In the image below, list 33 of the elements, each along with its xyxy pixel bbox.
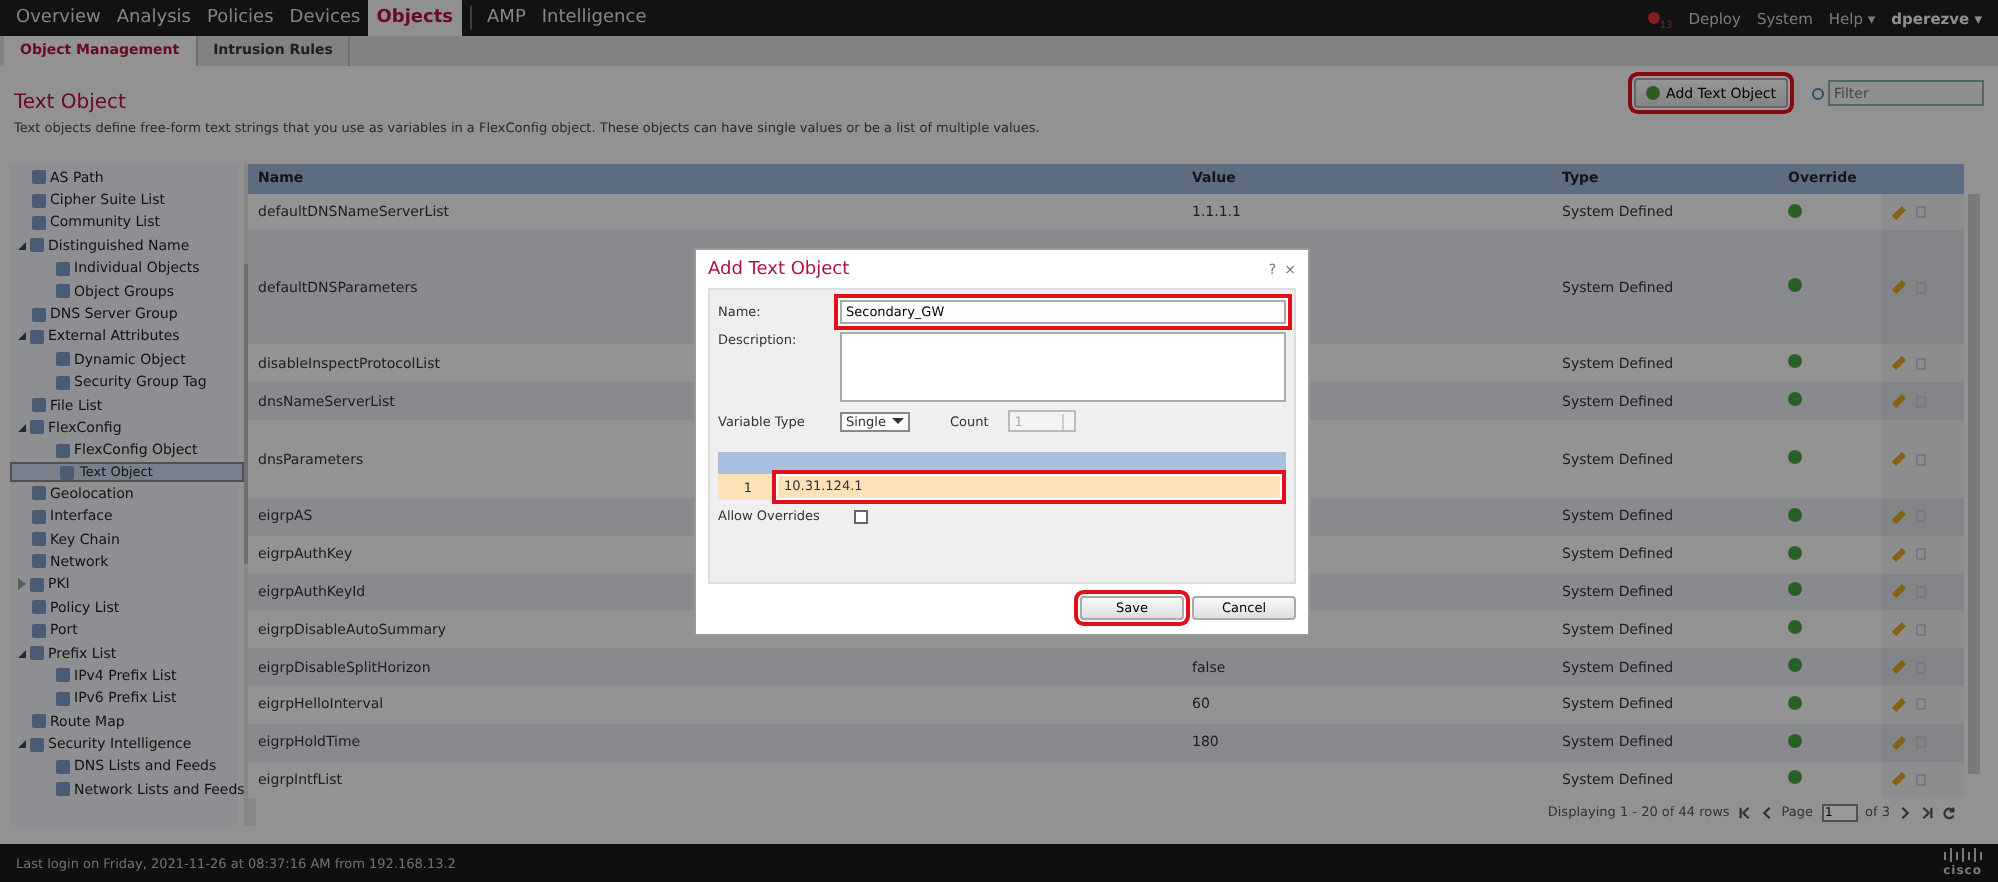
edit-icon[interactable] xyxy=(1891,547,1907,562)
edit-icon[interactable] xyxy=(1891,451,1907,467)
caret-icon xyxy=(891,418,904,424)
edit-icon[interactable] xyxy=(1891,356,1907,371)
edit-icon[interactable] xyxy=(1891,622,1907,637)
alert-icon[interactable] xyxy=(1647,11,1660,25)
edit-icon[interactable] xyxy=(1891,584,1907,600)
edit-icon[interactable] xyxy=(1891,772,1907,787)
page-title: Text Object xyxy=(14,92,128,114)
edit-icon[interactable] xyxy=(1891,280,1907,295)
edit-icon[interactable] xyxy=(1891,204,1907,220)
nav-tab[interactable]: Policies xyxy=(198,0,282,36)
scrollbar[interactable] xyxy=(1968,194,1980,774)
dialog-title: Add Text Object xyxy=(708,260,852,280)
refresh-icon[interactable] xyxy=(1942,805,1956,820)
plus-icon xyxy=(1646,86,1661,100)
previous-page-icon[interactable] xyxy=(1759,805,1774,820)
last-page-icon[interactable] xyxy=(1920,805,1934,820)
nav-tab[interactable]: Analysis xyxy=(108,0,199,36)
allow-overrides-checkbox[interactable] xyxy=(854,509,868,523)
description-field[interactable] xyxy=(840,332,1286,402)
edit-icon[interactable] xyxy=(1891,735,1907,750)
edit-icon[interactable] xyxy=(1891,509,1907,524)
edit-icon[interactable] xyxy=(1891,394,1907,409)
next-page-icon[interactable] xyxy=(1898,805,1912,820)
nav-tab[interactable]: Intelligence xyxy=(533,0,655,36)
nav-tab[interactable]: Overview xyxy=(8,0,109,36)
first-page-icon[interactable] xyxy=(1737,805,1752,820)
nav-tab[interactable]: AMP xyxy=(479,0,534,36)
edit-icon[interactable] xyxy=(1891,697,1907,712)
search-icon xyxy=(1812,87,1824,99)
edit-icon[interactable] xyxy=(1891,660,1907,675)
nav-tab[interactable]: Objects xyxy=(368,0,462,36)
